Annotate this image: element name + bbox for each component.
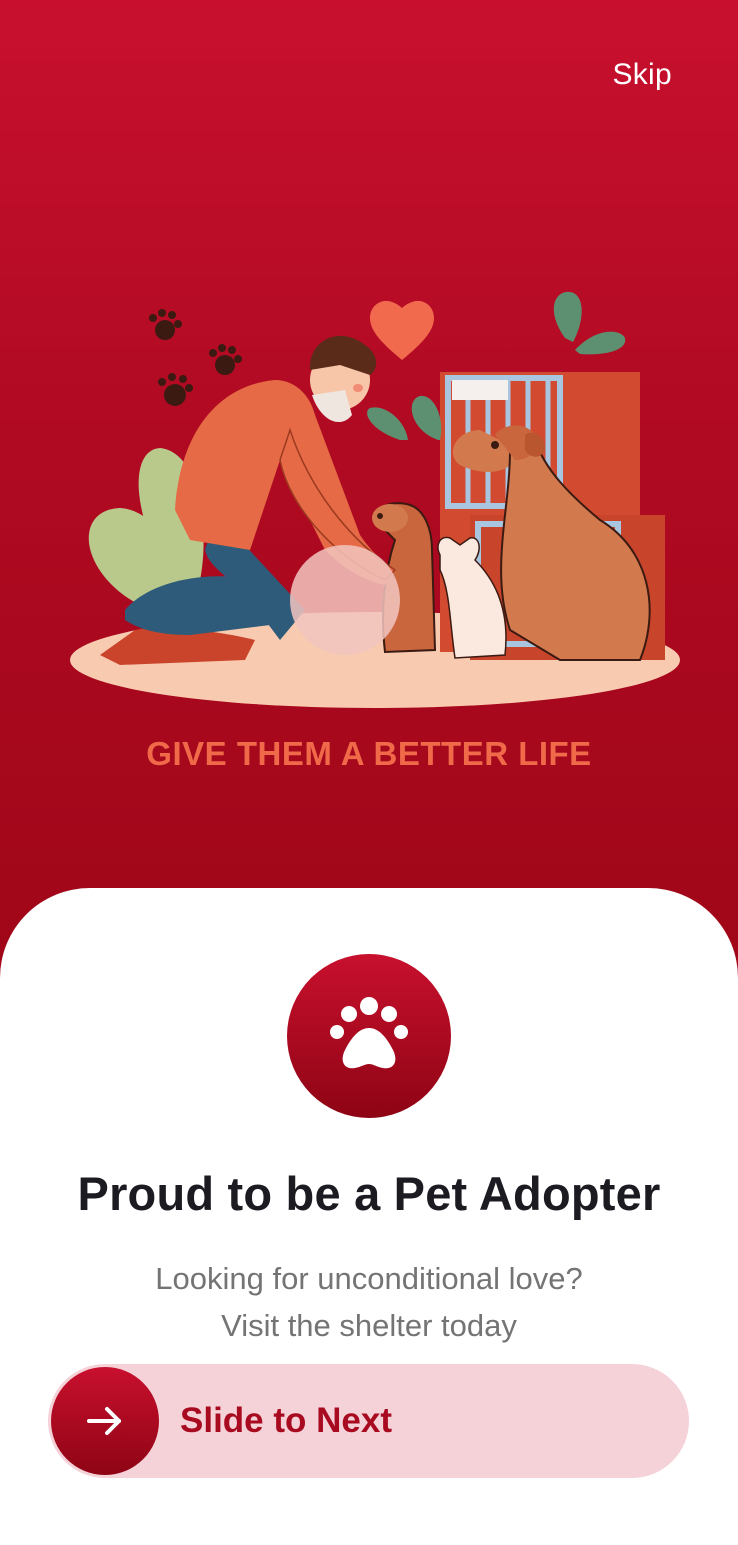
subtitle-line-2: Visit the shelter today bbox=[221, 1308, 517, 1343]
paw-badge bbox=[287, 954, 451, 1118]
paw-icon bbox=[330, 997, 408, 1069]
paw-print-icon bbox=[149, 309, 242, 406]
skip-button[interactable]: Skip bbox=[612, 58, 672, 92]
slider-label: Slide to Next bbox=[180, 1401, 392, 1440]
pet-adoption-illustration bbox=[70, 291, 680, 708]
page-subtitle: Looking for unconditional love? Visit th… bbox=[0, 1255, 738, 1349]
slide-to-next-slider[interactable]: Slide to Next bbox=[48, 1364, 689, 1478]
slider-knob[interactable] bbox=[51, 1367, 159, 1475]
arrow-right-icon bbox=[87, 1407, 121, 1435]
hero-tagline: GIVE THEM A BETTER LIFE bbox=[146, 735, 592, 772]
subtitle-line-1: Looking for unconditional love? bbox=[155, 1261, 583, 1296]
heart-icon bbox=[370, 300, 434, 360]
page-title: Proud to be a Pet Adopter bbox=[77, 1167, 661, 1220]
